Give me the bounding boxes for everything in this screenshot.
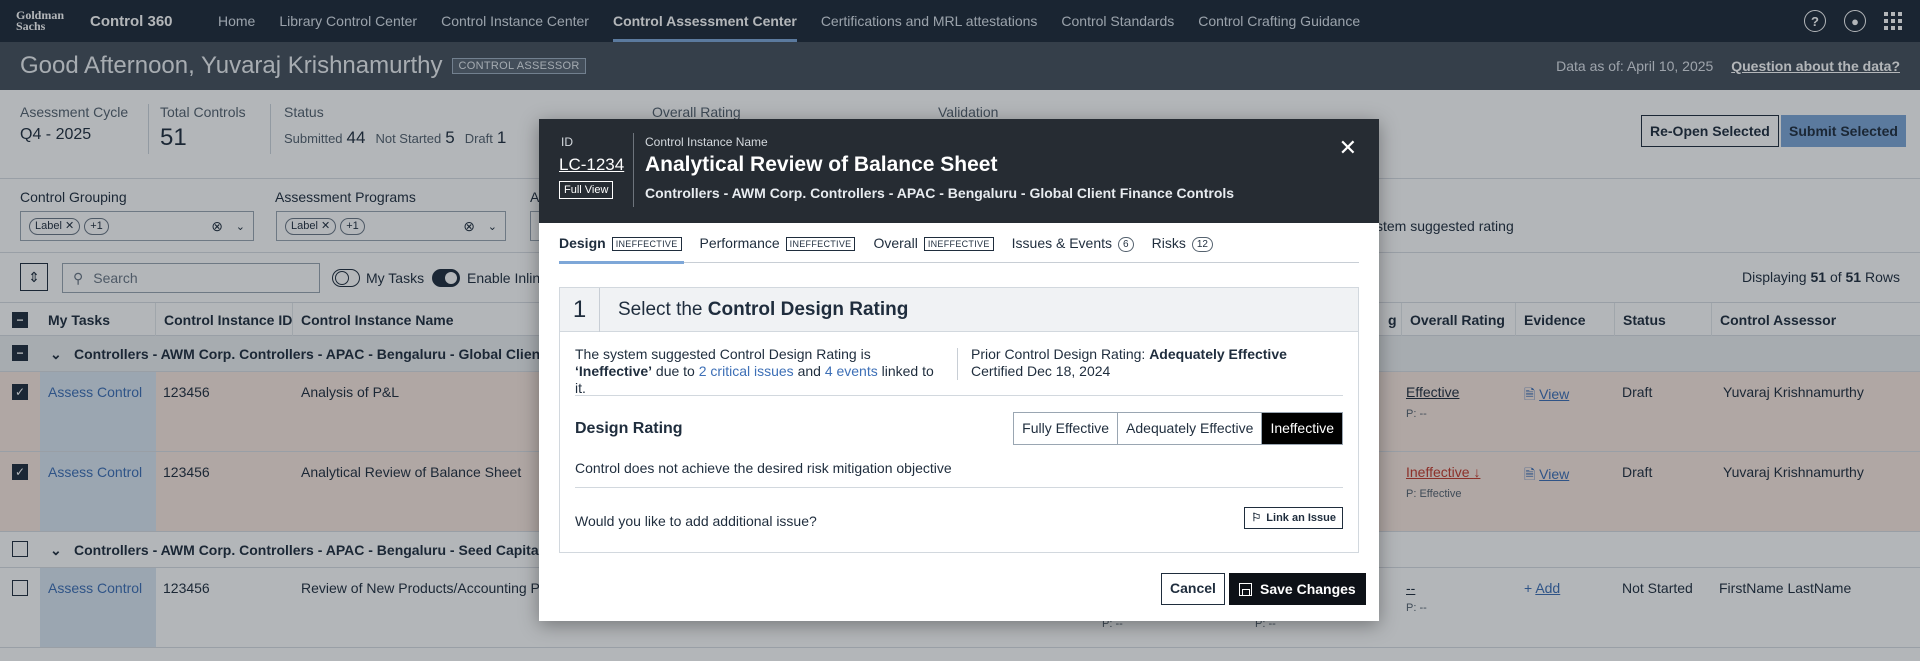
save-changes-button[interactable]: Save Changes xyxy=(1229,573,1366,605)
control-design-rating-modal: ID LC-1234 Full View Control Instance Na… xyxy=(539,119,1379,621)
id-label: ID xyxy=(561,135,573,149)
control-instance-name-label: Control Instance Name xyxy=(645,135,768,149)
option-fully-effective[interactable]: Fully Effective xyxy=(1014,413,1118,444)
flag-icon: ⚐ xyxy=(1251,512,1262,524)
step-number: 1 xyxy=(560,287,600,332)
status-badge: INEFFECTIVE xyxy=(785,237,856,251)
count-badge: 12 xyxy=(1191,237,1213,252)
modal-tabs: Design INEFFECTIVE Performance INEFFECTIVE… xyxy=(559,235,1359,264)
modal-title: Analytical Review of Balance Sheet xyxy=(645,153,998,176)
tab-risks[interactable]: Risks 12 xyxy=(1152,235,1215,263)
tab-issues-events[interactable]: Issues & Events 6 xyxy=(1012,235,1136,263)
prior-rating-info: Prior Control Design Rating: Adequately … xyxy=(971,346,1287,379)
option-adequately-effective[interactable]: Adequately Effective xyxy=(1117,413,1262,444)
design-rating-selector: Fully Effective Adequately Effective Ine… xyxy=(1013,412,1343,445)
save-icon xyxy=(1239,582,1252,596)
close-icon[interactable]: ✕ xyxy=(1339,135,1357,161)
design-rating-section: 1 Select the Control Design Rating The s… xyxy=(559,287,1359,553)
tab-design[interactable]: Design INEFFECTIVE xyxy=(559,235,684,264)
divider xyxy=(575,395,1343,396)
header-divider xyxy=(633,133,634,207)
system-suggestion-text: The system suggested Control Design Rati… xyxy=(575,346,934,396)
divider xyxy=(575,487,1343,488)
option-ineffective[interactable]: Ineffective xyxy=(1261,413,1342,444)
add-issue-question: Would you like to add additional issue? xyxy=(575,513,817,529)
divider xyxy=(957,348,958,380)
link-issue-button[interactable]: ⚐ Link an Issue xyxy=(1244,507,1343,529)
events-link[interactable]: 4 events xyxy=(825,363,878,379)
section-title: Select the Control Design Rating xyxy=(618,298,909,320)
full-view-button[interactable]: Full View xyxy=(559,181,614,199)
design-rating-heading: Design Rating xyxy=(575,420,683,437)
control-id-link[interactable]: LC-1234 xyxy=(559,155,624,175)
count-badge: 6 xyxy=(1118,237,1134,252)
status-badge: INEFFECTIVE xyxy=(923,237,994,251)
control-path: Controllers - AWM Corp. Controllers - AP… xyxy=(645,185,1235,201)
status-badge: INEFFECTIVE xyxy=(611,237,682,251)
tab-performance[interactable]: Performance INEFFECTIVE xyxy=(700,235,858,263)
modal-header: ID LC-1234 Full View Control Instance Na… xyxy=(539,119,1379,223)
rating-description: Control does not achieve the desired ris… xyxy=(575,460,952,476)
section-header: 1 Select the Control Design Rating xyxy=(560,287,1358,332)
critical-issues-link[interactable]: 2 critical issues xyxy=(699,363,794,379)
tab-overall[interactable]: Overall INEFFECTIVE xyxy=(873,235,995,263)
cancel-button[interactable]: Cancel xyxy=(1161,573,1225,605)
